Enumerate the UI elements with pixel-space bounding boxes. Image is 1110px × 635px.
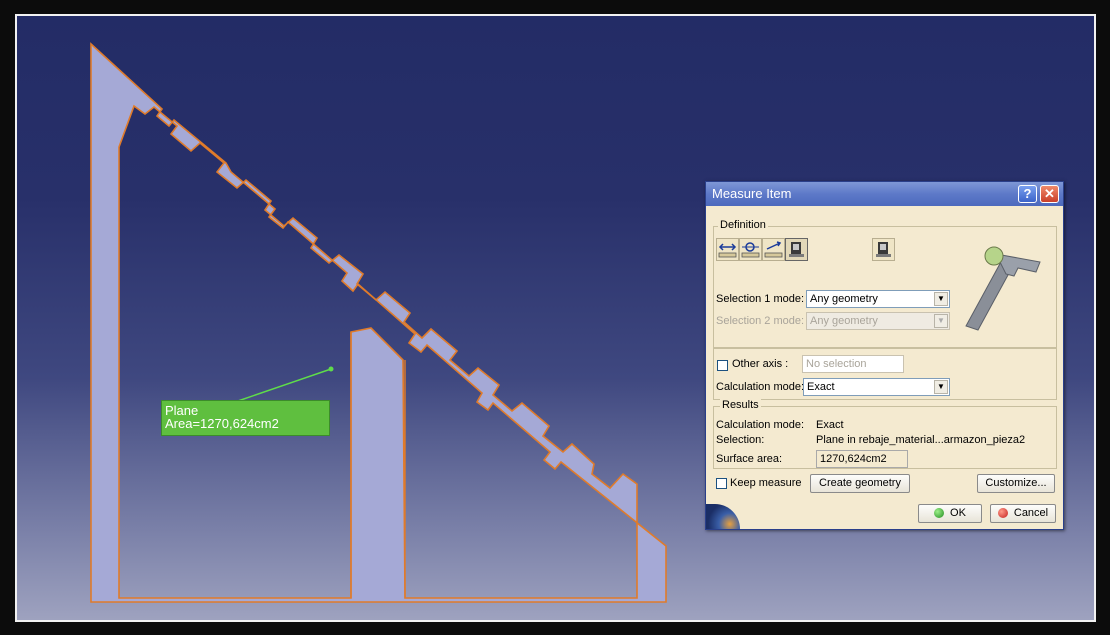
calc-mode-label: Calculation mode:	[716, 381, 805, 393]
measure-inertia-icon[interactable]	[785, 238, 808, 261]
selection1-dropdown[interactable]: Any geometry ▼	[806, 290, 950, 308]
dialog-titlebar[interactable]: Measure Item ? ✕	[706, 182, 1063, 206]
help-button[interactable]: ?	[1018, 185, 1037, 203]
results-selection-label: Selection:	[716, 434, 765, 446]
results-calc-mode-label: Calculation mode:	[716, 419, 805, 431]
measure-item-dialog[interactable]: Measure Item ? ✕ Definition Selection 1	[705, 181, 1064, 530]
dialog-title: Measure Item	[712, 186, 792, 201]
part-face[interactable]	[90, 42, 667, 603]
surface-area-field[interactable]: 1270,624cm2	[816, 450, 908, 468]
results-legend: Results	[720, 399, 761, 411]
leader-anchor	[328, 366, 334, 372]
calc-mode-value: Exact	[807, 381, 835, 393]
calc-mode-dropdown[interactable]: Exact ▼	[803, 378, 950, 396]
selection2-value: Any geometry	[810, 315, 878, 327]
other-axis-checkbox[interactable]	[717, 360, 728, 371]
cancel-label: Cancel	[1013, 507, 1049, 519]
other-axis-label: Other axis :	[732, 358, 789, 370]
selection2-label: Selection 2 mode:	[716, 315, 805, 327]
other-axis-field[interactable]: No selection	[802, 355, 904, 373]
ok-label: OK	[950, 507, 966, 519]
chevron-down-icon[interactable]: ▼	[934, 380, 948, 394]
annotation-area: Area=1270,624cm2	[165, 416, 279, 431]
results-selection-value: Plane in rebaje_material...armazon_pieza…	[816, 434, 1026, 446]
measure-thickness-icon[interactable]	[762, 238, 785, 261]
measure-annotation[interactable]: Plane Area=1270,624cm2	[161, 400, 330, 436]
selection2-dropdown[interactable]: Any geometry ▼	[806, 312, 950, 330]
create-geometry-button[interactable]: Create geometry	[810, 474, 910, 493]
definition-legend: Definition	[718, 219, 768, 231]
keep-measure-checkbox[interactable]	[716, 478, 727, 489]
surface-area-value: 1270,624cm2	[820, 453, 887, 465]
screenshot-frame: Plane Area=1270,624cm2 Measure Item ? ✕ …	[0, 0, 1110, 635]
selection1-value: Any geometry	[810, 293, 878, 305]
customize-button[interactable]: Customize...	[977, 474, 1055, 493]
cancel-button[interactable]: Cancel	[990, 504, 1056, 523]
surface-area-label: Surface area:	[716, 453, 783, 465]
measure-between-icon[interactable]	[716, 238, 739, 261]
ok-icon	[934, 508, 945, 519]
chevron-down-icon[interactable]: ▼	[934, 292, 948, 306]
chevron-down-icon[interactable]: ▼	[934, 314, 948, 328]
caliper-icon	[965, 246, 1041, 331]
globe-icon	[706, 504, 740, 529]
measure-item-icon[interactable]	[739, 238, 762, 261]
leader-line	[234, 368, 332, 403]
cancel-icon	[997, 508, 1008, 519]
measure-inertia-2d-icon[interactable]	[872, 238, 895, 261]
other-axis-value: No selection	[806, 358, 867, 370]
results-calc-mode-value: Exact	[816, 419, 844, 431]
keep-measure-label: Keep measure	[730, 477, 802, 489]
close-button[interactable]: ✕	[1040, 185, 1059, 203]
selection1-label: Selection 1 mode:	[716, 293, 805, 305]
ok-button[interactable]: OK	[918, 504, 982, 523]
